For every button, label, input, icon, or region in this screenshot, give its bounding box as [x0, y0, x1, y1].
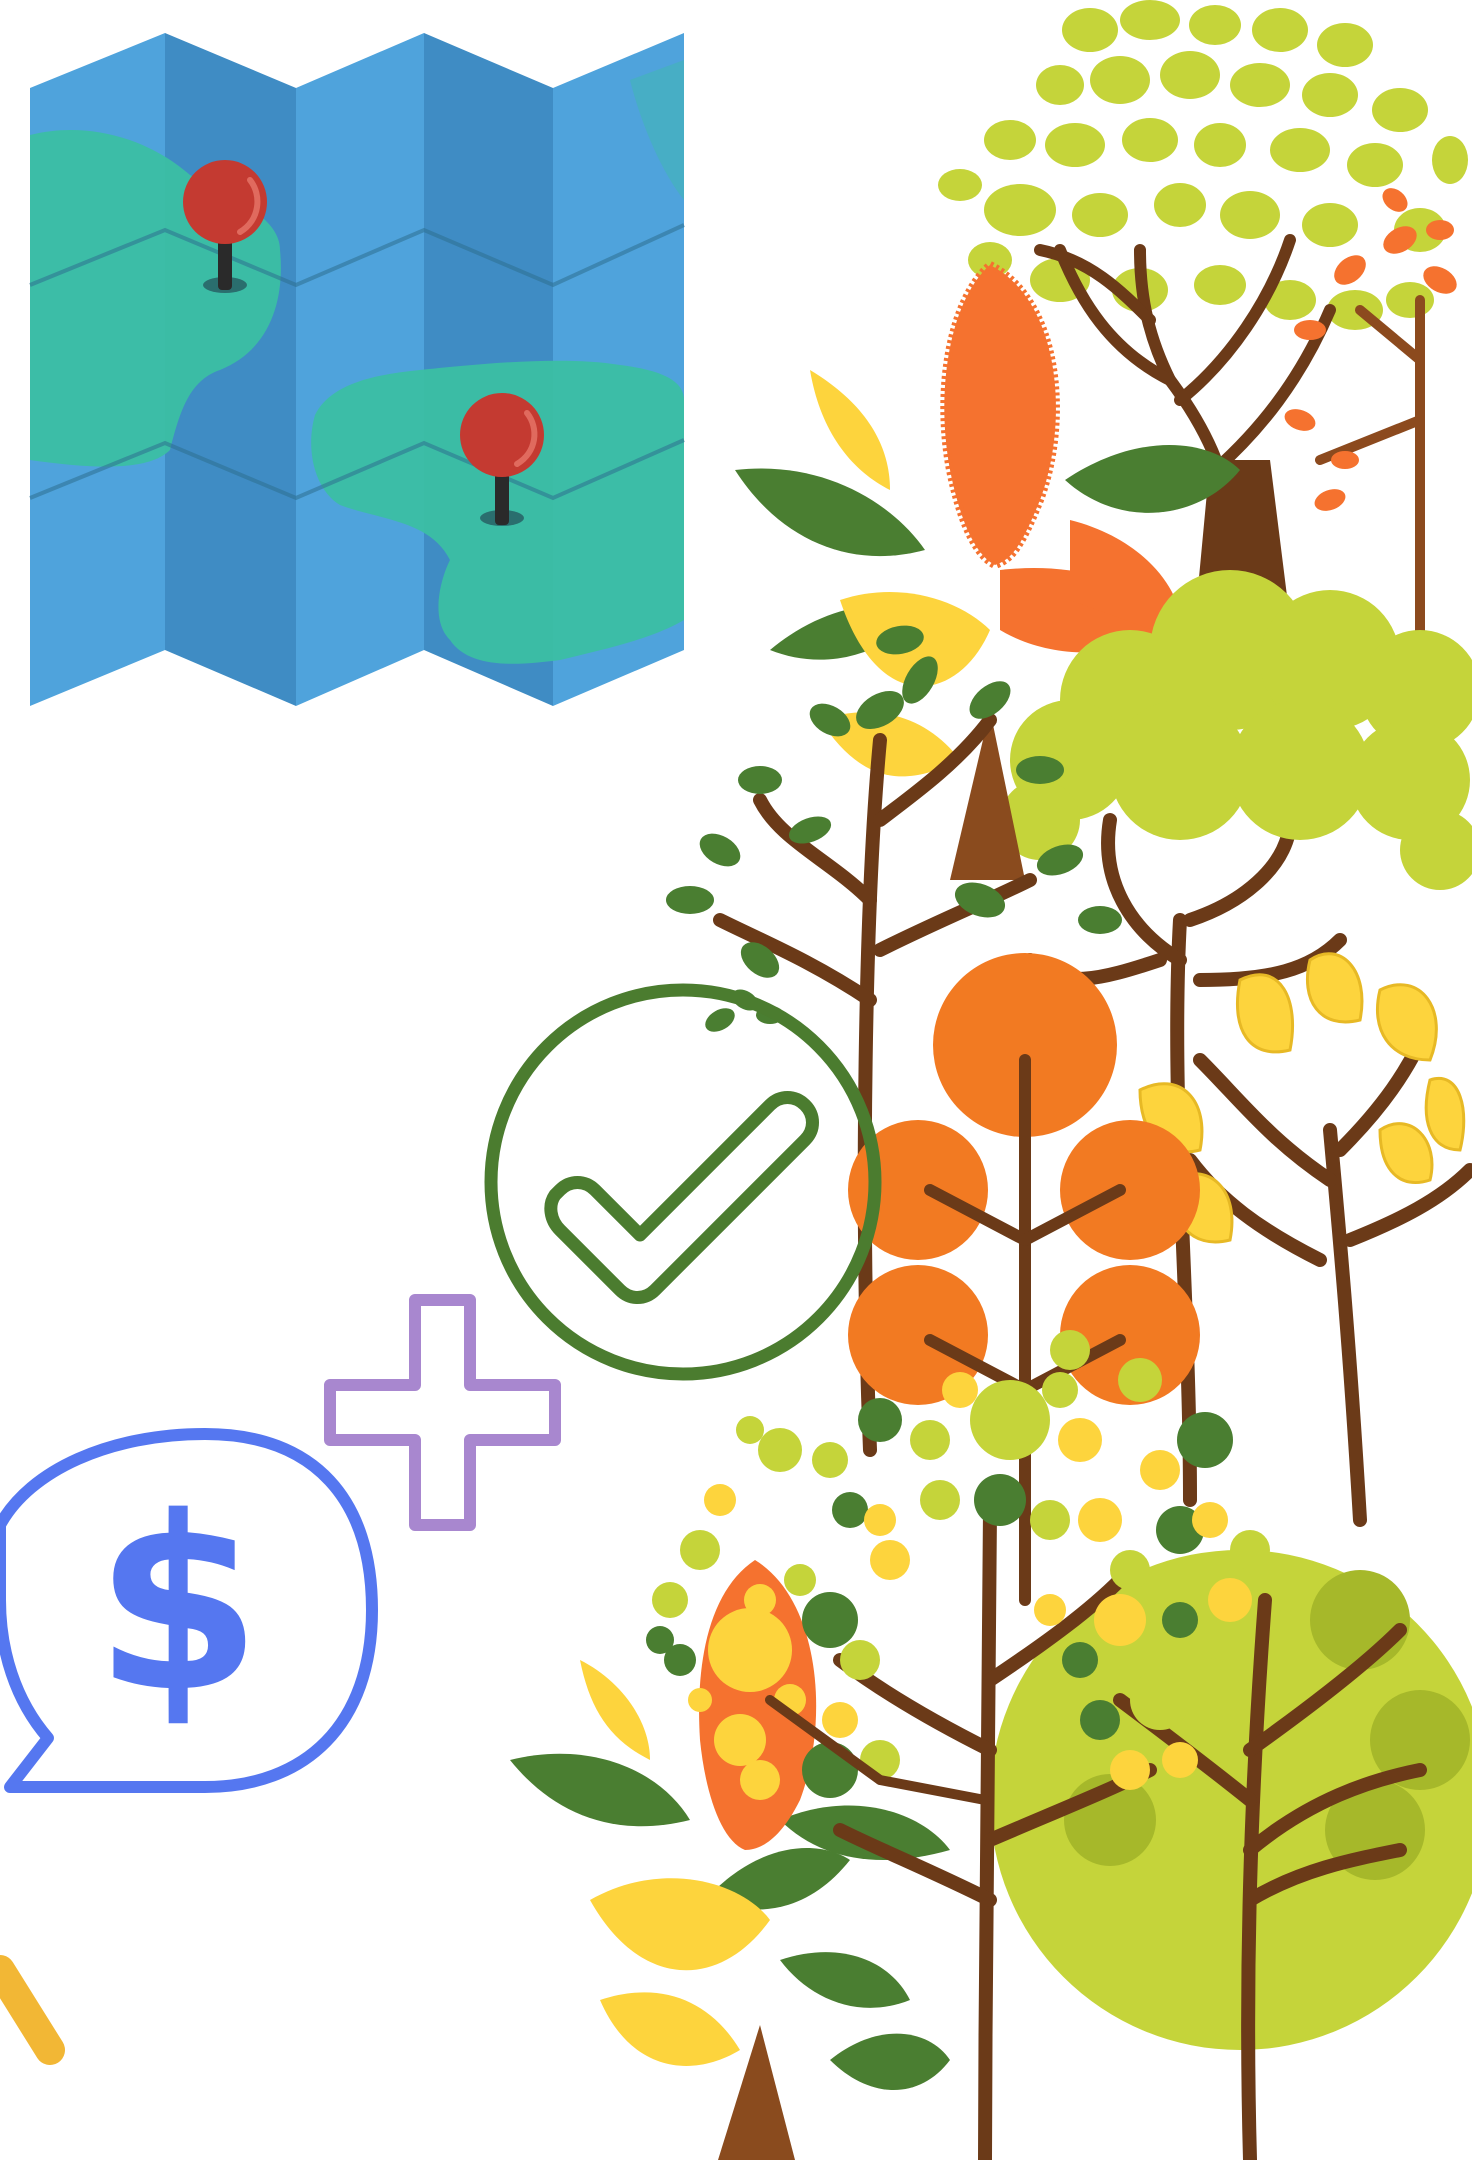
- canvas: $: [0, 0, 1472, 2160]
- dollar-chat-bubble-icon: $: [0, 1428, 378, 1793]
- lime-round-tree: [990, 1550, 1472, 2160]
- plus-icon: [324, 1294, 561, 1531]
- magnifier-handle-icon: [0, 1955, 65, 2065]
- illustration: $: [0, 0, 1472, 2160]
- folded-map-icon: [29, 33, 685, 706]
- dollar-symbol: $: [95, 1465, 262, 1745]
- check-circle-icon: [484, 983, 882, 1381]
